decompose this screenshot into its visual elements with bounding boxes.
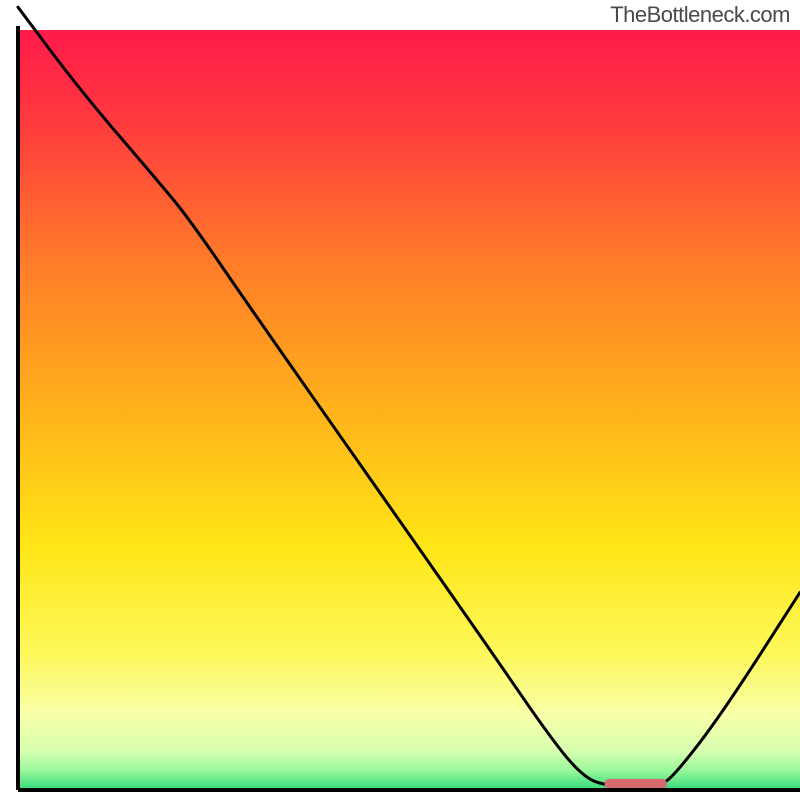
optimal-range-marker xyxy=(605,779,668,789)
bottleneck-chart xyxy=(0,0,800,800)
plot-background xyxy=(18,30,800,790)
